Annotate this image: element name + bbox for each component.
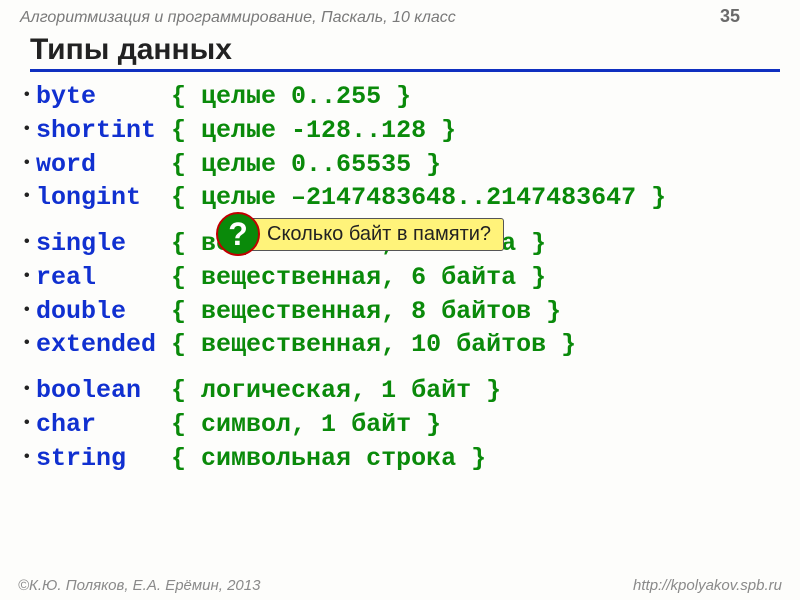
type-keyword: shortint — [36, 116, 156, 145]
type-keyword: longint — [36, 183, 156, 212]
type-keyword: extended — [36, 330, 156, 359]
bullet-icon: • — [24, 185, 30, 207]
type-keyword: string — [36, 444, 156, 473]
bullet-icon: • — [24, 332, 30, 354]
slide-header: Алгоритмизация и программирование, Паска… — [0, 0, 800, 29]
type-row: •extended { вещественная, 10 байтов } — [36, 328, 780, 362]
bullet-icon: • — [24, 231, 30, 253]
type-row: •string { символьная строка } — [36, 442, 780, 476]
type-row: •longint { целые –2147483648..2147483647… — [36, 181, 780, 215]
bullet-icon: • — [24, 412, 30, 434]
type-comment: { целые –2147483648..2147483647 } — [156, 183, 666, 212]
type-comment: { целые 0..65535 } — [156, 150, 441, 179]
bullet-icon: • — [24, 265, 30, 287]
page-number: 35 — [720, 6, 740, 27]
type-keyword: real — [36, 263, 156, 292]
bullet-icon: • — [24, 84, 30, 106]
type-comment: { целые 0..255 } — [156, 82, 411, 111]
callout-text: Сколько байт в памяти? — [244, 218, 504, 251]
type-keyword: char — [36, 410, 156, 439]
callout: ? Сколько байт в памяти? — [216, 212, 504, 256]
type-row: •double { вещественная, 8 байтов } — [36, 295, 780, 329]
bullet-icon: • — [24, 299, 30, 321]
type-comment: { вещественная, 8 байтов } — [156, 297, 561, 326]
slide-footer: ©К.Ю. Поляков, Е.А. Ерёмин, 2013 http://… — [0, 575, 800, 596]
course-name: Алгоритмизация и программирование, Паска… — [20, 9, 456, 27]
type-keyword: word — [36, 150, 156, 179]
type-keyword: double — [36, 297, 156, 326]
slide-title: Типы данных — [30, 33, 780, 72]
type-comment: { символ, 1 байт } — [156, 410, 441, 439]
type-row: •word { целые 0..65535 } — [36, 148, 780, 182]
type-keyword: byte — [36, 82, 156, 111]
bullet-icon: • — [24, 446, 30, 468]
type-comment: { вещественная, 10 байтов } — [156, 330, 576, 359]
copyright: ©К.Ю. Поляков, Е.А. Ерёмин, 2013 — [18, 577, 260, 594]
content-area: •byte { целые 0..255 }•shortint { целые … — [0, 72, 800, 475]
type-row: •shortint { целые -128..128 } — [36, 114, 780, 148]
bullet-icon: • — [24, 118, 30, 140]
bullet-icon: • — [24, 152, 30, 174]
type-comment: { вещественная, 6 байта } — [156, 263, 546, 292]
type-row: •char { символ, 1 байт } — [36, 408, 780, 442]
type-comment: { символьная строка } — [156, 444, 486, 473]
footer-url: http://kpolyakov.spb.ru — [633, 577, 782, 594]
type-comment: { логическая, 1 байт } — [156, 376, 501, 405]
type-keyword: single — [36, 229, 156, 258]
bullet-icon: • — [24, 378, 30, 400]
type-row: •real { вещественная, 6 байта } — [36, 261, 780, 295]
type-row: •byte { целые 0..255 } — [36, 80, 780, 114]
type-row: •boolean { логическая, 1 байт } — [36, 374, 780, 408]
type-comment: { целые -128..128 } — [156, 116, 456, 145]
question-icon: ? — [216, 212, 260, 256]
type-keyword: boolean — [36, 376, 156, 405]
